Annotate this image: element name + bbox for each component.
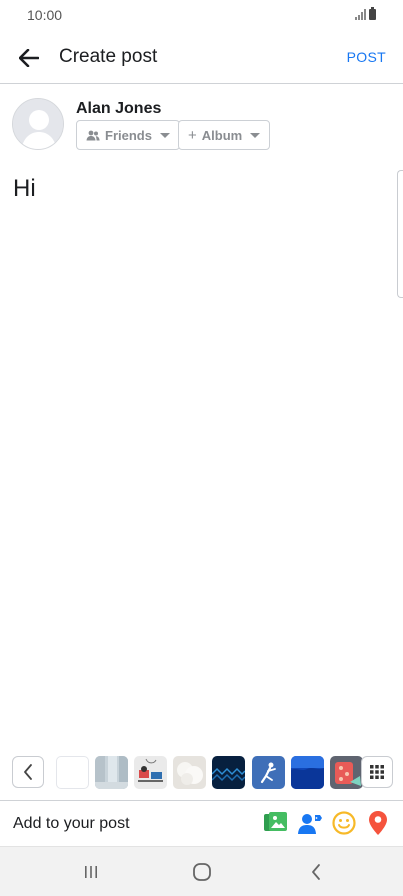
feeling-icon xyxy=(332,811,356,835)
thumbnail-cotton[interactable] xyxy=(173,756,206,789)
chevron-down-icon xyxy=(250,132,261,138)
photo-video-button[interactable] xyxy=(263,810,289,836)
post-text-input[interactable]: Hi xyxy=(13,175,36,203)
post-button[interactable]: POST xyxy=(347,49,386,65)
photo-video-icon xyxy=(264,812,287,831)
system-nav-bar xyxy=(0,846,403,896)
recent-apps-icon xyxy=(85,866,97,878)
thumbnails-previous-button[interactable] xyxy=(12,756,44,788)
location-icon xyxy=(369,811,387,835)
thumbnail-ocean[interactable] xyxy=(291,756,324,789)
thumbnail-drawing[interactable] xyxy=(134,756,167,789)
user-name: Alan Jones xyxy=(76,100,162,117)
home-button[interactable] xyxy=(191,861,213,883)
grid-icon xyxy=(370,765,384,779)
default-avatar-icon xyxy=(13,99,63,149)
back-button[interactable] xyxy=(14,43,44,73)
album-label: Album xyxy=(201,127,243,143)
audience-label: Friends xyxy=(105,127,152,143)
thumbnail-skier[interactable] xyxy=(252,756,285,789)
thumbnail-waterfall[interactable] xyxy=(95,756,128,789)
signal-icon xyxy=(355,9,366,20)
add-to-post-label: Add to your post xyxy=(13,815,130,832)
chevron-left-icon xyxy=(24,764,32,780)
audience-selector[interactable]: Friends xyxy=(76,120,180,150)
battery-icon xyxy=(369,7,376,20)
add-to-post-icons xyxy=(263,810,391,836)
plus-icon: + xyxy=(188,126,197,144)
composer-user-row: Alan Jones Friends + Album xyxy=(0,96,403,156)
header: Create post POST xyxy=(0,32,403,84)
chevron-down-icon xyxy=(159,132,170,138)
tag-people-button[interactable] xyxy=(297,810,323,836)
back-icon xyxy=(312,864,320,880)
friends-icon xyxy=(86,130,100,140)
gallery-grid-button[interactable] xyxy=(361,756,393,788)
feeling-button[interactable] xyxy=(331,810,357,836)
thumbnail-blue-pattern[interactable] xyxy=(212,756,245,789)
location-button[interactable] xyxy=(365,810,391,836)
status-bar: 10:00 xyxy=(0,0,403,32)
recent-apps-button[interactable] xyxy=(80,861,102,883)
system-back-button[interactable] xyxy=(305,861,327,883)
add-to-post-bar[interactable]: Add to your post xyxy=(0,800,403,846)
thumbnail-pattern[interactable] xyxy=(330,756,363,789)
status-time: 10:00 xyxy=(27,7,63,23)
album-selector[interactable]: + Album xyxy=(178,120,271,150)
status-icons xyxy=(355,7,376,20)
edge-panel-handle[interactable] xyxy=(397,170,403,298)
arrow-left-icon xyxy=(19,49,39,67)
tag-people-icon xyxy=(298,814,322,834)
thumbnail-blank[interactable] xyxy=(56,756,89,789)
media-thumbnail-strip xyxy=(0,754,403,790)
page-title: Create post xyxy=(59,46,158,67)
home-icon xyxy=(193,863,211,881)
avatar[interactable] xyxy=(12,98,64,150)
